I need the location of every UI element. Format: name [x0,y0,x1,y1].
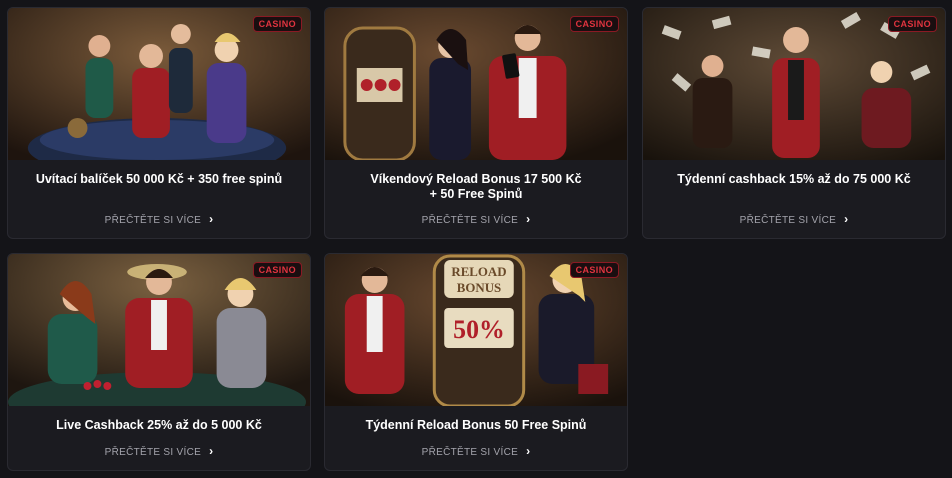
read-more-label: PŘEČTĚTE SI VÍCE [104,215,202,226]
chevron-right-icon: › [526,212,531,226]
chevron-right-icon: › [844,212,849,226]
promo-title-line: Týdenní cashback 15% až do 75 000 Kč [677,172,911,186]
casino-badge: CASINO [252,16,302,32]
promotions-grid: CASINO Uvítací balíček 50 000 Kč + 350 f… [0,0,952,478]
promo-title: Uvítací balíček 50 000 Kč + 350 free spi… [8,172,310,187]
read-more-label: PŘEČTĚTE SI VÍCE [421,215,519,226]
casino-badge: CASINO [569,16,619,32]
chevron-right-icon: › [526,444,531,458]
promo-title-line: Týdenní Reload Bonus 50 Free Spinů [365,418,587,432]
promo-card[interactable]: RELOAD BONUS 50% CASINO Týdenní Reload B… [324,253,628,471]
promo-title: Live Cashback 25% až do 5 000 Kč [8,418,310,433]
promo-image-money-rain[interactable]: CASINO [643,8,945,160]
casino-badge: CASINO [887,16,937,32]
read-more-link[interactable]: PŘEČTĚTE SI VÍCE › [325,444,627,458]
promo-image-slot-couple[interactable]: CASINO [325,8,627,160]
read-more-link[interactable]: PŘEČTĚTE SI VÍCE › [325,212,627,226]
promo-card[interactable]: CASINO Týdenní cashback 15% až do 75 000… [642,7,946,239]
reload-slot-line2: BONUS [457,280,501,295]
casino-badge: CASINO [252,262,302,278]
promo-card[interactable]: CASINO Uvítací balíček 50 000 Kč + 350 f… [7,7,311,239]
promo-title: Týdenní Reload Bonus 50 Free Spinů [325,418,627,433]
promo-card[interactable]: CASINO Live Cashback 25% až do 5 000 Kč … [7,253,311,471]
chevron-right-icon: › [209,444,214,458]
promo-title-line-2: + 50 Free Spinů [429,187,523,201]
read-more-label: PŘEČTĚTE SI VÍCE [104,447,202,458]
chevron-right-icon: › [209,212,214,226]
reload-slot-line1: RELOAD [451,264,506,279]
promo-image-reload-slot[interactable]: RELOAD BONUS 50% CASINO [325,254,627,406]
promo-image-poker-table[interactable]: CASINO [8,254,310,406]
read-more-label: PŘEČTĚTE SI VÍCE [421,447,519,458]
promo-title-line: Víkendový Reload Bonus 17 500 Kč [370,172,582,186]
promo-card[interactable]: CASINO Víkendový Reload Bonus 17 500 Kč … [324,7,628,239]
promo-title: Týdenní cashback 15% až do 75 000 Kč [643,172,945,187]
read-more-link[interactable]: PŘEČTĚTE SI VÍCE › [8,444,310,458]
promo-title: Víkendový Reload Bonus 17 500 Kč + 50 Fr… [325,172,627,202]
reload-slot-reels: 50% [453,315,505,344]
promo-title-line: Uvítací balíček 50 000 Kč + 350 free spi… [35,172,283,186]
promo-title-line: Live Cashback 25% až do 5 000 Kč [56,418,262,432]
read-more-link[interactable]: PŘEČTĚTE SI VÍCE › [8,212,310,226]
read-more-label: PŘEČTĚTE SI VÍCE [739,215,837,226]
read-more-link[interactable]: PŘEČTĚTE SI VÍCE › [643,212,945,226]
promo-image-casino-table[interactable]: CASINO [8,8,310,160]
casino-badge: CASINO [569,262,619,278]
